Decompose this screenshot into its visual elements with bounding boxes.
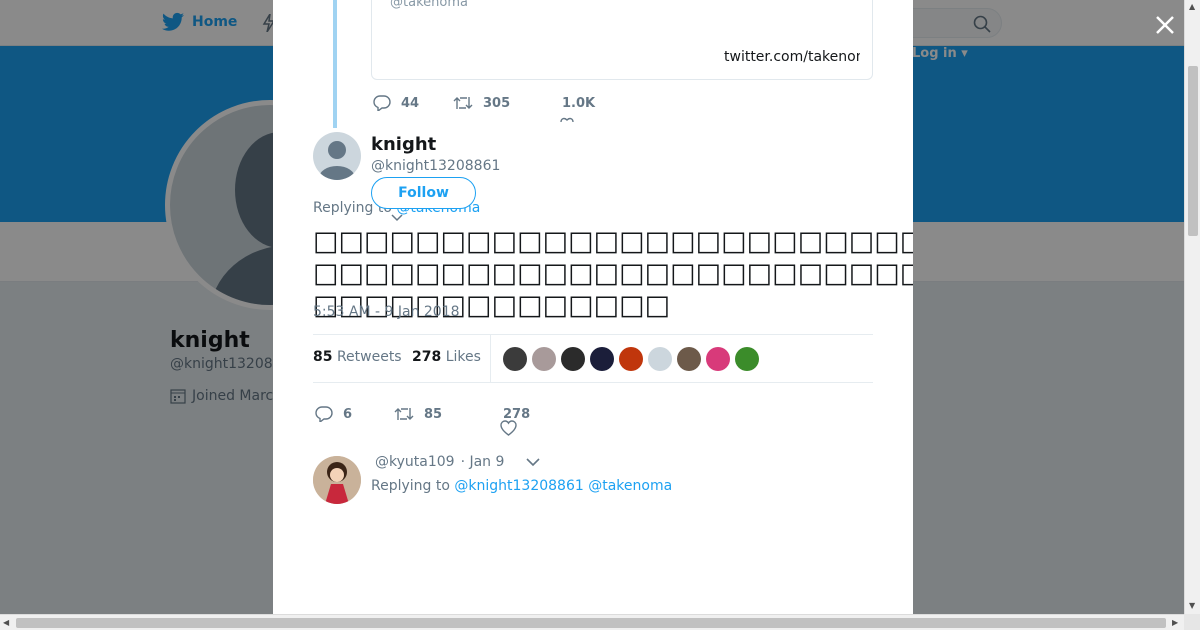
heart-icon[interactable] bbox=[500, 420, 517, 436]
reply-count: 6 bbox=[343, 406, 353, 422]
stats-divider bbox=[490, 335, 491, 383]
reply-replying-to: Replying to @knight13208861 @takenoma bbox=[371, 478, 672, 494]
reply-mention-2[interactable]: @takenoma bbox=[588, 478, 672, 494]
tweet-author-avatar[interactable] bbox=[313, 132, 361, 180]
horizontal-scroll-thumb[interactable] bbox=[16, 618, 1166, 628]
liker-avatar[interactable] bbox=[532, 347, 556, 371]
liker-avatar[interactable] bbox=[648, 347, 672, 371]
retweet-button[interactable]: 85 bbox=[394, 406, 442, 422]
retweet-count: 85 bbox=[424, 406, 443, 422]
reply-icon bbox=[373, 95, 391, 111]
retweet-count: 305 bbox=[483, 95, 511, 111]
default-avatar-icon bbox=[319, 141, 355, 180]
tweet-timestamp[interactable]: 5:53 AM - 9 Jan 2018 bbox=[313, 304, 460, 320]
chevron-down-icon[interactable] bbox=[391, 214, 403, 222]
scroll-up-arrow-icon[interactable]: ▲ bbox=[1189, 2, 1195, 11]
tweet-actions: 6 85 278 bbox=[273, 394, 913, 436]
vertical-scrollbar[interactable]: ▲ ▼ bbox=[1184, 0, 1200, 614]
horizontal-scrollbar[interactable]: ◀ ▶ bbox=[0, 614, 1184, 630]
liker-avatar[interactable] bbox=[706, 347, 730, 371]
scrollbar-corner bbox=[1184, 614, 1200, 630]
tweet-author-name[interactable]: knight bbox=[371, 134, 436, 155]
reply-avatar-image bbox=[313, 456, 361, 504]
liker-avatars bbox=[503, 347, 759, 371]
liker-avatar[interactable] bbox=[619, 347, 643, 371]
tweet-modal: @takenoma twitter.com/takenoma 44 305 1.… bbox=[273, 0, 913, 614]
parent-tweet-actions: 44 305 1.0K bbox=[273, 92, 913, 122]
quoted-link[interactable]: twitter.com/takenoma bbox=[724, 49, 860, 65]
retweet-icon bbox=[453, 97, 473, 109]
close-icon[interactable] bbox=[1150, 10, 1180, 40]
heart-icon bbox=[560, 117, 574, 122]
vertical-scroll-thumb[interactable] bbox=[1188, 66, 1198, 236]
liker-avatar[interactable] bbox=[735, 347, 759, 371]
reply-count: 44 bbox=[401, 95, 420, 111]
reply-date[interactable]: · Jan 9 bbox=[461, 454, 505, 470]
reply-mention-1[interactable]: @knight13208861 bbox=[454, 478, 583, 494]
liker-avatar[interactable] bbox=[590, 347, 614, 371]
liker-avatar[interactable] bbox=[677, 347, 701, 371]
retweet-icon bbox=[394, 408, 414, 420]
scroll-right-arrow-icon[interactable]: ▶ bbox=[1172, 618, 1178, 627]
reply-replying-prefix: Replying to bbox=[371, 478, 450, 494]
reply-button[interactable]: 6 bbox=[315, 406, 352, 422]
scroll-left-arrow-icon[interactable]: ◀ bbox=[3, 618, 9, 627]
quoted-tweet-card[interactable]: @takenoma twitter.com/takenoma bbox=[371, 0, 873, 80]
tweet-author-handle[interactable]: @knight13208861 bbox=[371, 158, 500, 174]
retweets-label: Retweets bbox=[336, 349, 402, 365]
like-count: 1.0K bbox=[562, 95, 596, 111]
quoted-handle: @takenoma bbox=[390, 0, 468, 10]
tweet-stats: 85 Retweets 278 Likes bbox=[313, 334, 873, 383]
reply-handle[interactable]: @kyuta109 bbox=[375, 454, 455, 470]
retweets-value: 85 bbox=[313, 349, 333, 365]
like-button[interactable]: 1.0K bbox=[562, 96, 595, 111]
reply-author-avatar[interactable] bbox=[313, 456, 361, 504]
likes-label: Likes bbox=[445, 349, 481, 365]
liker-avatar[interactable] bbox=[561, 347, 585, 371]
reply-icon bbox=[315, 406, 333, 422]
reply-button[interactable]: 44 bbox=[373, 95, 419, 111]
likes-stat[interactable]: 278 Likes bbox=[412, 349, 481, 365]
retweets-stat[interactable]: 85 Retweets bbox=[313, 349, 402, 365]
likes-value: 278 bbox=[412, 349, 442, 365]
reply-header: @kyuta109 · Jan 9 bbox=[375, 454, 540, 470]
retweet-button[interactable]: 305 bbox=[453, 95, 510, 111]
follow-button[interactable]: Follow bbox=[371, 177, 476, 209]
liker-avatar[interactable] bbox=[503, 347, 527, 371]
scroll-down-arrow-icon[interactable]: ▼ bbox=[1189, 601, 1195, 610]
chevron-down-icon[interactable] bbox=[526, 457, 540, 467]
